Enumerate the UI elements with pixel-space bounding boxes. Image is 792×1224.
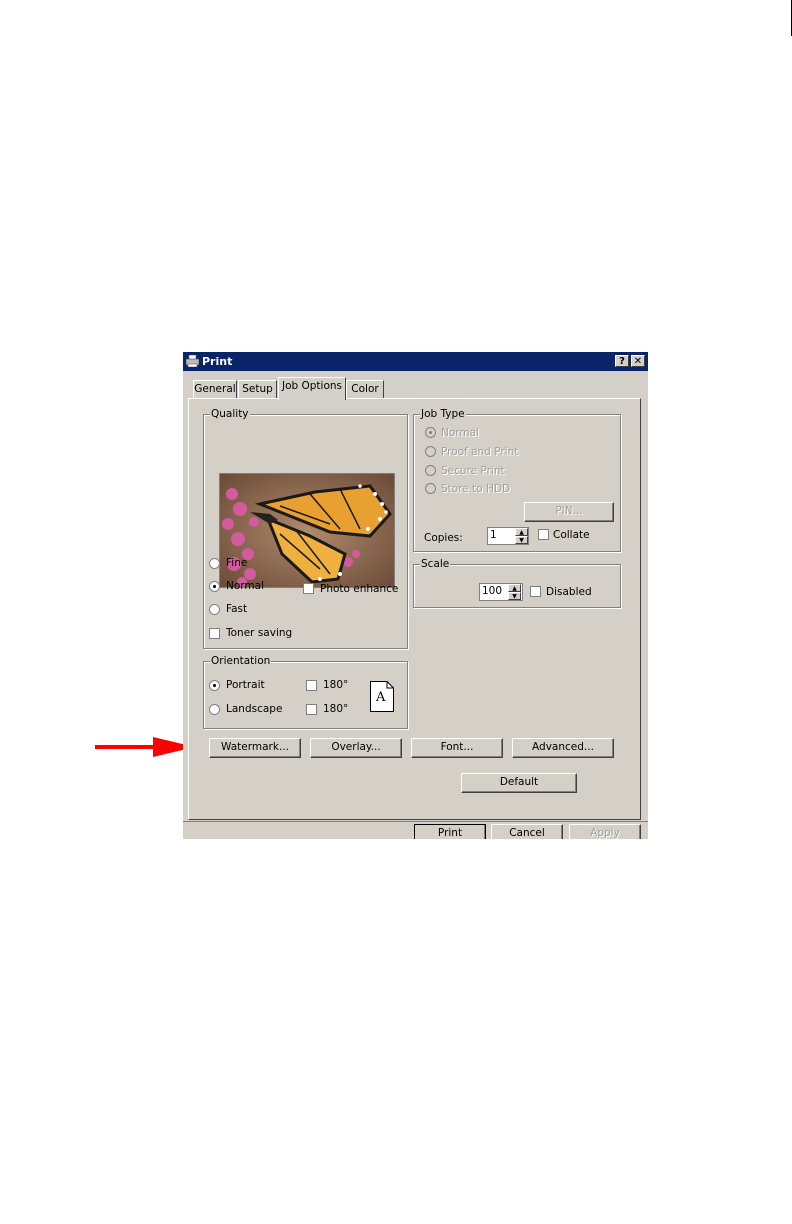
- default-button[interactable]: Default: [461, 773, 577, 793]
- title-bar: Print ? ✕: [183, 352, 648, 371]
- scale-spinner[interactable]: ▲ ▼: [508, 584, 521, 600]
- quality-label: Quality: [210, 408, 250, 420]
- job-store-label: Store to HDD: [441, 483, 511, 495]
- landscape-label: Landscape: [226, 703, 283, 715]
- dialog-title: Print: [202, 355, 233, 368]
- quality-fast-label: Fast: [226, 603, 248, 615]
- quality-fine-label: Fine: [226, 557, 248, 569]
- job-type-label: Job Type: [420, 408, 466, 420]
- quality-fine-radio[interactable]: [209, 558, 220, 569]
- advanced-button[interactable]: Advanced...: [512, 738, 614, 758]
- tab-job-options[interactable]: Job Options: [278, 377, 346, 400]
- watermark-button[interactable]: Watermark...: [209, 738, 301, 758]
- pointer-arrow-icon: [95, 737, 195, 757]
- job-normal-label: Normal: [441, 427, 479, 439]
- portrait-radio[interactable]: [209, 680, 220, 691]
- spin-down-icon[interactable]: ▼: [508, 592, 521, 600]
- orientation-label: Orientation: [210, 655, 272, 667]
- apply-button[interactable]: Apply: [569, 824, 641, 839]
- copies-label: Copies:: [424, 532, 463, 544]
- toner-saving-checkbox[interactable]: [209, 628, 220, 639]
- job-secure-radio[interactable]: [425, 465, 436, 476]
- spin-down-icon[interactable]: ▼: [515, 536, 528, 544]
- scale-value: 100: [482, 585, 503, 597]
- photo-enhance-label: Photo enhance: [320, 583, 399, 595]
- overlay-button[interactable]: Overlay...: [310, 738, 402, 758]
- quality-normal-label: Normal: [226, 580, 264, 592]
- cancel-button[interactable]: Cancel: [491, 824, 563, 839]
- portrait-180-label: 180°: [323, 679, 349, 691]
- scale-disabled-checkbox[interactable]: [530, 586, 541, 597]
- toner-saving-label: Toner saving: [226, 627, 293, 639]
- tab-color[interactable]: Color: [346, 380, 384, 398]
- job-proof-radio[interactable]: [425, 446, 436, 457]
- spin-up-icon[interactable]: ▲: [515, 528, 528, 536]
- tab-setup[interactable]: Setup: [238, 380, 277, 398]
- landscape-180-label: 180°: [323, 703, 349, 715]
- copies-spinner[interactable]: ▲ ▼: [515, 528, 528, 544]
- close-button[interactable]: ✕: [631, 355, 645, 367]
- job-normal-radio[interactable]: [425, 427, 436, 438]
- copies-value: 1: [490, 529, 497, 541]
- scale-label: Scale: [420, 558, 451, 570]
- font-button[interactable]: Font...: [411, 738, 503, 758]
- collate-label: Collate: [553, 529, 590, 541]
- portrait-180-checkbox[interactable]: [306, 680, 317, 691]
- footer-divider: [183, 821, 648, 822]
- print-dialog: Print ? ✕ General Setup Job Options Colo…: [183, 352, 648, 839]
- photo-enhance-checkbox[interactable]: [303, 583, 314, 594]
- job-secure-label: Secure Print: [441, 465, 505, 477]
- page-orientation-icon: A: [370, 681, 394, 712]
- page-letter: A: [376, 690, 386, 705]
- job-proof-label: Proof and Print: [441, 446, 519, 458]
- portrait-label: Portrait: [226, 679, 265, 691]
- printer-icon: [186, 355, 199, 367]
- job-store-radio[interactable]: [425, 483, 436, 494]
- quality-fast-radio[interactable]: [209, 604, 220, 615]
- tab-general[interactable]: General: [193, 380, 237, 398]
- print-button[interactable]: Print: [414, 824, 486, 839]
- collate-checkbox[interactable]: [538, 529, 549, 540]
- scale-disabled-label: Disabled: [546, 586, 592, 598]
- quality-normal-radio[interactable]: [209, 581, 220, 592]
- job-options-panel: Quality Fine Normal Fast Photo enhance T…: [188, 398, 641, 820]
- help-button[interactable]: ?: [615, 355, 629, 367]
- spin-up-icon[interactable]: ▲: [508, 584, 521, 592]
- landscape-180-checkbox[interactable]: [306, 704, 317, 715]
- butterfly-preview-image: [219, 473, 395, 588]
- landscape-radio[interactable]: [209, 704, 220, 715]
- pin-button[interactable]: PIN...: [524, 502, 614, 522]
